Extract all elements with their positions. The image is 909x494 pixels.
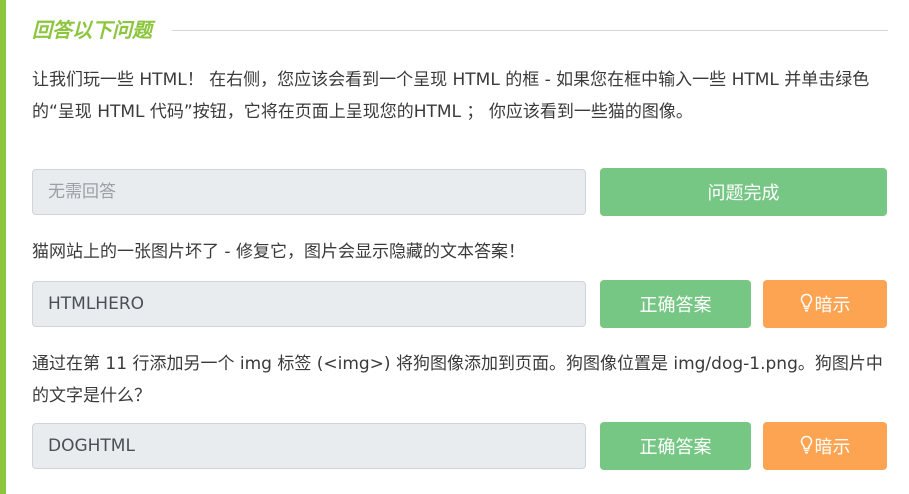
section-title: 回答以下问题 (32, 17, 152, 42)
lightbulb-icon (800, 293, 812, 312)
question-2-hint-button[interactable]: 暗示 (763, 280, 887, 328)
question-2-text: 猫网站上的一张图片坏了 - 修复它，图片会显示隐藏的文本答案！ (32, 242, 525, 262)
question-3-text: 通过在第 11 行添加另一个 img 标签 (<img>) 将狗图像添加到页面。… (32, 354, 883, 406)
question-1-complete-button[interactable]: 问题完成 (600, 168, 887, 216)
question-3-answer-field[interactable]: DOGHTML (32, 423, 586, 469)
section-header: 回答以下问题 (32, 12, 888, 44)
section-accent-bar (0, 0, 6, 494)
question-3-hint-button[interactable]: 暗示 (763, 422, 887, 470)
question-2-submit-button[interactable]: 正确答案 (600, 280, 751, 328)
question-2-hint-label: 暗示 (814, 295, 851, 316)
lightbulb-icon (800, 435, 812, 454)
question-1-answer-field[interactable]: 无需回答 (32, 169, 586, 215)
question-3-hint-label: 暗示 (814, 437, 851, 458)
question-2-answer-field[interactable]: HTMLHERO (32, 281, 586, 327)
question-1-text: 让我们玩一些 HTML！ 在右侧，您应该会看到一个呈现 HTML 的框 - 如果… (32, 70, 870, 122)
section-divider (172, 29, 888, 31)
question-3-submit-button[interactable]: 正确答案 (600, 422, 751, 470)
